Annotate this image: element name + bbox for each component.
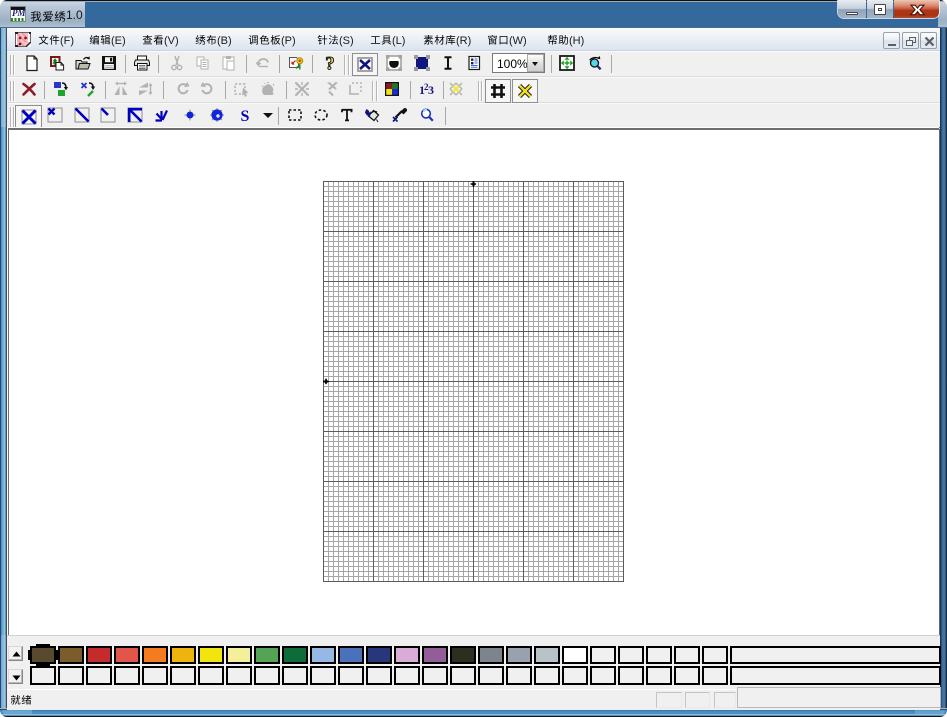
svg-text:S: S [241, 108, 250, 125]
svg-text:3: 3 [428, 83, 434, 97]
svg-text:?: ? [325, 54, 335, 75]
